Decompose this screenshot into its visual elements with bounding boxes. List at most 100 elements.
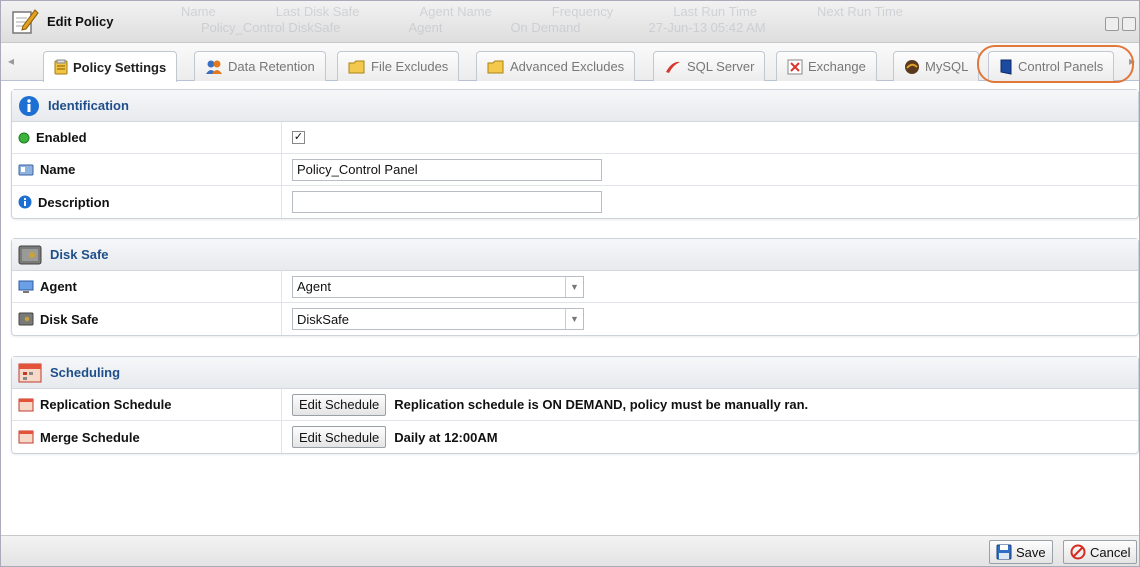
enabled-value-cell: ✓ xyxy=(282,122,305,153)
ghost-text: Agent Name xyxy=(419,4,492,19)
edit-policy-icon xyxy=(12,9,39,34)
computer-icon xyxy=(18,280,34,293)
disk-safe-icon xyxy=(18,312,34,326)
merge-schedule-row: Merge Schedule Edit Schedule Daily at 12… xyxy=(12,421,1138,453)
calendar-icon xyxy=(18,398,34,411)
tab-label: File Excludes xyxy=(371,59,449,74)
disk-safe-header: Disk Safe xyxy=(12,239,1138,271)
tab-file-excludes[interactable]: File Excludes xyxy=(337,51,460,81)
replication-label-cell: Replication Schedule xyxy=(12,389,282,420)
dialog-footer: Save Cancel xyxy=(1,535,1139,566)
status-dot-icon xyxy=(18,132,30,143)
panel-title: Scheduling xyxy=(50,365,121,380)
identification-header: Identification xyxy=(12,90,1138,122)
select-value: Agent xyxy=(297,279,331,294)
tab-advanced-excludes[interactable]: Advanced Excludes xyxy=(476,51,636,81)
tab-mysql[interactable]: MySQL xyxy=(893,51,980,81)
disksafe-row: Disk Safe DiskSafe ▼ xyxy=(12,303,1138,335)
ghost-text: Frequency xyxy=(551,4,614,19)
save-label: Save xyxy=(1016,544,1046,560)
disksafe-select[interactable]: DiskSafe ▼ xyxy=(292,308,584,330)
edit-policy-dialog: Name Last Disk Safe Agent Name Frequency… xyxy=(0,0,1140,567)
edit-merge-schedule-button[interactable]: Edit Schedule xyxy=(292,426,387,448)
name-value-cell xyxy=(282,154,602,185)
name-card-icon xyxy=(18,164,34,175)
scheduling-header: Scheduling xyxy=(12,357,1138,389)
agent-value-cell: Agent ▼ xyxy=(282,271,584,302)
ghost-text: Agent xyxy=(408,20,443,35)
tab-exchange[interactable]: Exchange xyxy=(776,51,877,81)
identification-panel: Identification Enabled ✓ Name Policy_Con… xyxy=(11,89,1139,219)
description-value-cell xyxy=(282,186,602,218)
replication-schedule-row: Replication Schedule Edit Schedule Repli… xyxy=(12,389,1138,421)
calendar-icon xyxy=(18,363,42,382)
tab-data-retention[interactable]: Data Retention xyxy=(194,51,326,81)
tab-sql-server[interactable]: SQL Server xyxy=(653,51,766,81)
info-icon xyxy=(19,95,39,116)
description-row: Description xyxy=(12,186,1138,218)
select-value: DiskSafe xyxy=(297,311,350,327)
info-icon xyxy=(18,195,32,209)
cancel-icon xyxy=(1070,544,1086,560)
description-input[interactable] xyxy=(292,191,602,213)
replication-value-cell: Edit Schedule Replication schedule is ON… xyxy=(282,389,808,420)
sql-server-icon xyxy=(666,61,680,73)
save-icon xyxy=(996,544,1012,560)
merge-schedule-text: Daily at 12:00AM xyxy=(394,429,498,445)
field-label: Enabled xyxy=(36,130,87,145)
agent-select[interactable]: Agent ▼ xyxy=(292,275,584,298)
disk-safe-panel: Disk Safe Agent Agent ▼ Disk Safe DiskSa… xyxy=(11,238,1139,336)
ghost-text: 27-Jun-13 05:42 AM xyxy=(648,20,766,35)
panel-title: Identification xyxy=(48,98,129,113)
panel-title: Disk Safe xyxy=(50,247,109,262)
tab-label: Exchange xyxy=(808,59,866,74)
ghost-text: Last Disk Safe xyxy=(275,4,360,19)
description-label-cell: Description xyxy=(12,186,282,218)
enabled-label-cell: Enabled xyxy=(12,122,282,153)
enabled-checkbox[interactable]: ✓ xyxy=(292,131,305,144)
window-title: Edit Policy xyxy=(47,14,114,29)
merge-label-cell: Merge Schedule xyxy=(12,421,282,453)
save-button[interactable]: Save xyxy=(989,540,1053,564)
cancel-label: Cancel xyxy=(1090,544,1131,560)
folder-icon xyxy=(348,60,365,73)
disksafe-label-cell: Disk Safe xyxy=(12,303,282,335)
chevron-down-icon[interactable]: ▼ xyxy=(565,309,583,329)
data-retention-icon xyxy=(206,60,222,74)
disksafe-value-cell: DiskSafe ▼ xyxy=(282,303,584,335)
agent-row: Agent Agent ▼ xyxy=(12,271,1138,303)
tab-policy-settings[interactable]: Policy Settings xyxy=(43,51,178,82)
edit-replication-schedule-button[interactable]: Edit Schedule xyxy=(292,393,387,416)
enabled-row: Enabled ✓ xyxy=(12,122,1138,154)
field-label: Replication Schedule xyxy=(40,397,172,412)
mysql-icon xyxy=(905,59,919,74)
cancel-button[interactable]: Cancel xyxy=(1063,540,1138,564)
field-label: Disk Safe xyxy=(40,311,99,327)
tab-label: Data Retention xyxy=(228,59,315,74)
ghost-text: On Demand xyxy=(510,20,581,35)
ghost-text: Policy_Control DiskSafe xyxy=(201,20,341,35)
close-button[interactable] xyxy=(1122,17,1136,31)
disk-safe-icon xyxy=(18,245,42,264)
name-input[interactable] xyxy=(292,158,602,181)
name-row: Name xyxy=(12,154,1138,186)
title-bar[interactable]: Name Last Disk Safe Agent Name Frequency… xyxy=(1,1,1139,43)
agent-label-cell: Agent xyxy=(12,271,282,302)
tab-label: Policy Settings xyxy=(73,59,167,75)
scheduling-panel: Scheduling Replication Schedule Edit Sch… xyxy=(11,356,1139,454)
ghost-text: Next Run Time xyxy=(817,4,904,19)
merge-value-cell: Edit Schedule Daily at 12:00AM xyxy=(282,421,498,453)
tab-label: Advanced Excludes xyxy=(510,59,625,74)
ghost-text: Name xyxy=(181,4,216,19)
ghost-text: Last Run Time xyxy=(673,4,758,19)
replication-schedule-text: Replication schedule is ON DEMAND, polic… xyxy=(394,397,809,412)
exchange-icon xyxy=(787,59,803,74)
tab-scroll-left-icon[interactable]: ◂ xyxy=(4,54,18,70)
folder-icon xyxy=(487,60,504,73)
tab-label: MySQL xyxy=(925,59,969,74)
chevron-down-icon[interactable]: ▼ xyxy=(565,276,583,297)
field-label: Agent xyxy=(40,279,77,294)
minimize-button[interactable] xyxy=(1105,17,1119,31)
field-label: Merge Schedule xyxy=(40,429,140,445)
field-label: Name xyxy=(40,162,76,177)
